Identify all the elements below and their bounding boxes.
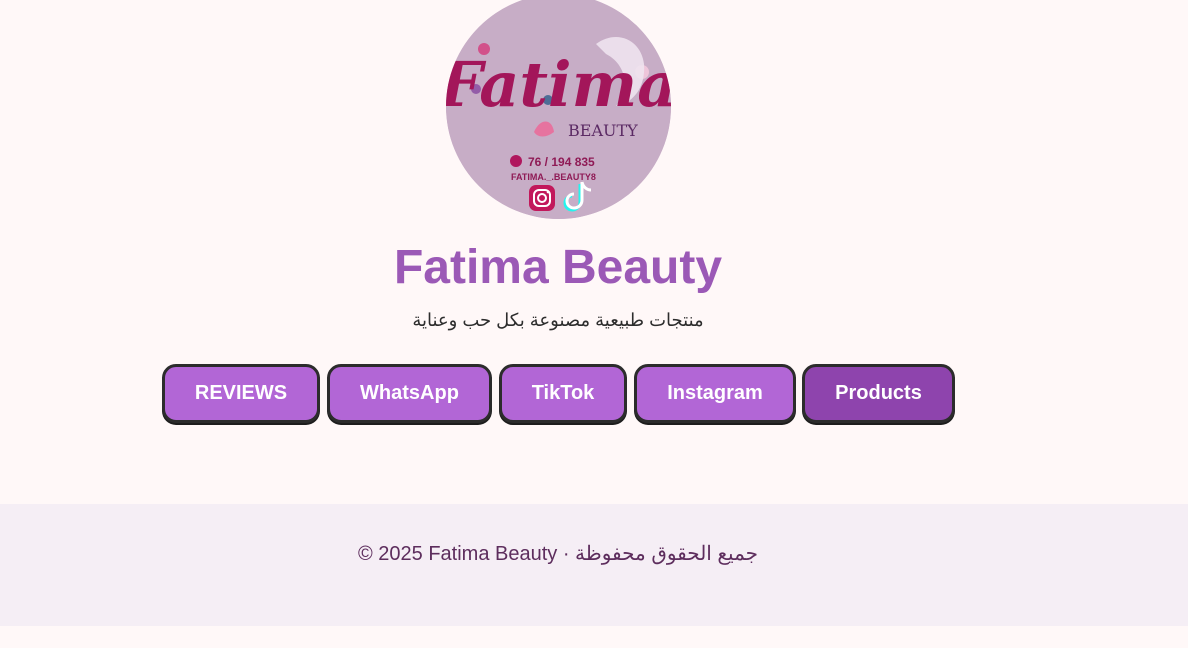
tiktok-button[interactable]: TikTok bbox=[499, 364, 627, 423]
products-button[interactable]: Products bbox=[802, 364, 955, 423]
logo-word: Fatima bbox=[446, 48, 671, 121]
brand-logo-graphic: Fatima BEAUTY 76 / 194 835 FATIMA._.BEAU… bbox=[446, 0, 671, 219]
footer-copyright: © 2025 Fatima Beauty · جميع الحقوق محفوظ… bbox=[357, 543, 759, 565]
brand-logo: Fatima BEAUTY 76 / 194 835 FATIMA._.BEAU… bbox=[446, 0, 671, 219]
whatsapp-button[interactable]: WhatsApp bbox=[327, 364, 492, 423]
logo-phone: 76 / 194 835 bbox=[528, 155, 595, 169]
instagram-icon bbox=[529, 185, 555, 211]
footer: © 2025 Fatima Beauty · جميع الحقوق محفوظ… bbox=[0, 504, 1188, 626]
logo-subword: BEAUTY bbox=[568, 121, 638, 140]
site-title: Fatima Beauty bbox=[393, 241, 723, 294]
tagline: منتجات طبيعية مصنوعة بكل حب وعناية bbox=[412, 310, 704, 330]
logo-handle: FATIMA._.BEAUTY8 bbox=[511, 172, 596, 182]
instagram-button[interactable]: Instagram bbox=[634, 364, 796, 423]
reviews-button[interactable]: REVIEWS bbox=[162, 364, 320, 423]
